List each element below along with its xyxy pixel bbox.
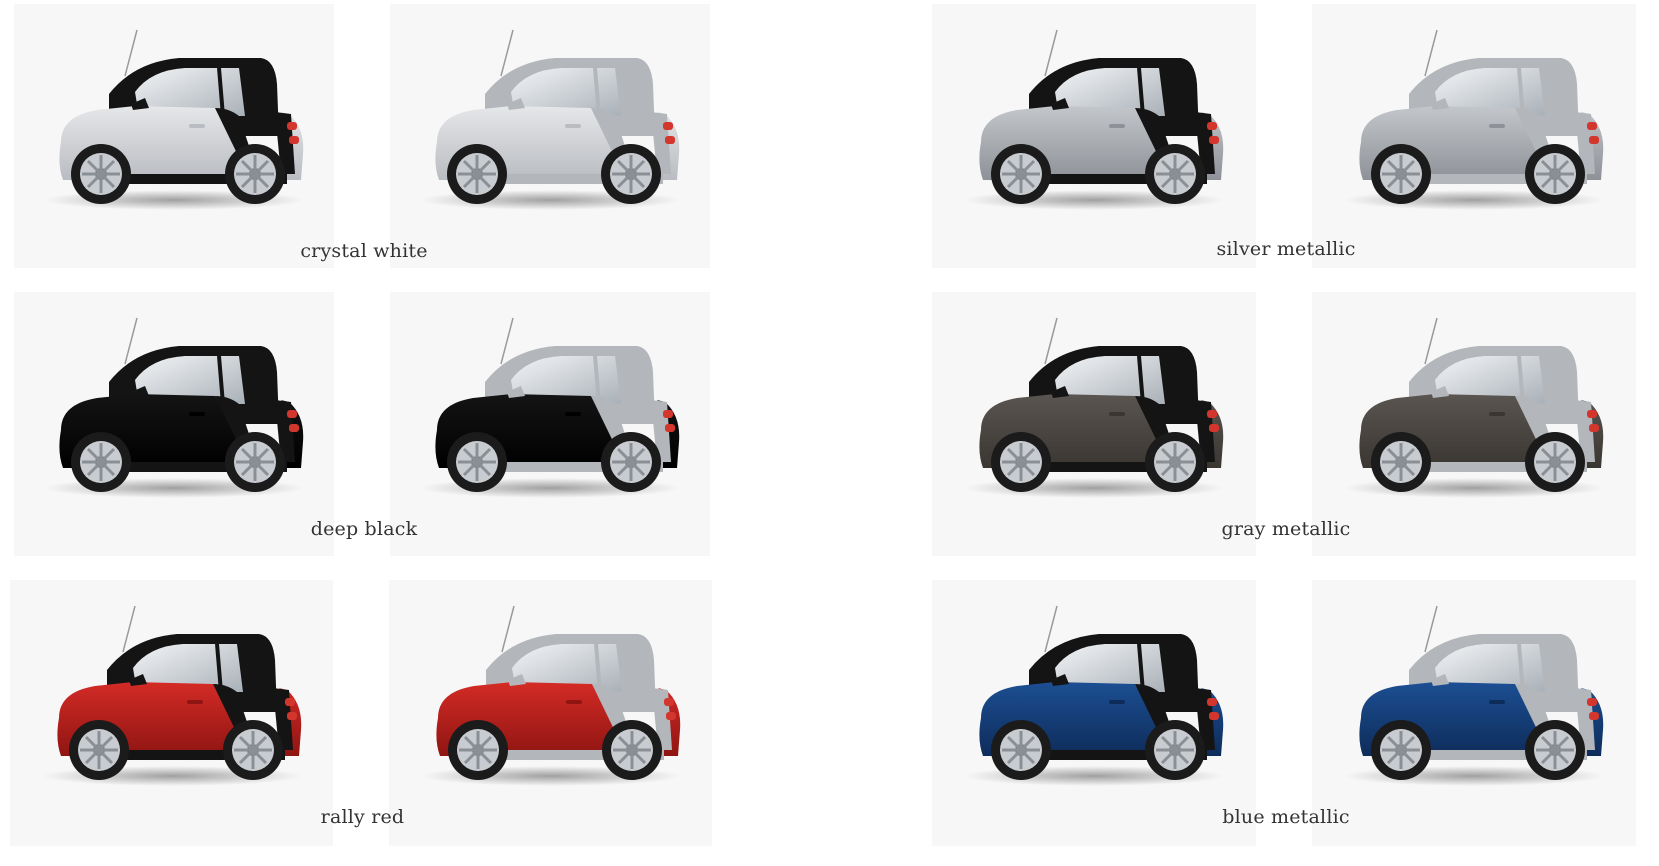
car-image-silver-tridion <box>1339 600 1609 794</box>
color-swatch-grid: crystal white silver metallic deep black… <box>0 0 1659 866</box>
car-image-silver-tridion <box>1339 24 1609 218</box>
color-caption: gray metallic <box>1221 518 1351 540</box>
color-caption: blue metallic <box>1222 806 1350 828</box>
swatch-blue-metallic: blue metallic <box>932 580 1640 850</box>
color-caption: rally red <box>320 806 405 828</box>
swatch-silver-metallic: silver metallic <box>932 4 1640 272</box>
car-image-silver-tridion <box>1339 312 1609 506</box>
color-caption: silver metallic <box>1216 238 1356 260</box>
car-image-black-tridion <box>959 600 1229 794</box>
swatch-gray-metallic: gray metallic <box>932 292 1640 560</box>
color-caption: crystal white <box>300 240 428 262</box>
car-image-black-tridion <box>39 24 309 218</box>
car-image-black-tridion <box>37 600 307 794</box>
car-black-tridion-panel <box>932 292 1256 556</box>
car-image-black-tridion <box>959 24 1229 218</box>
car-silver-tridion-panel <box>1312 292 1636 556</box>
car-black-tridion-panel <box>14 292 334 556</box>
car-image-silver-tridion <box>415 24 685 218</box>
car-image-black-tridion <box>959 312 1229 506</box>
car-image-black-tridion <box>39 312 309 506</box>
swatch-deep-black: deep black <box>14 292 714 560</box>
car-image-silver-tridion <box>415 312 685 506</box>
car-image-silver-tridion <box>416 600 686 794</box>
car-black-tridion-panel <box>14 4 334 268</box>
car-silver-tridion-panel <box>1312 4 1636 268</box>
swatch-crystal-white: crystal white <box>14 4 714 272</box>
car-silver-tridion-panel <box>390 292 710 556</box>
car-silver-tridion-panel <box>390 4 710 268</box>
car-black-tridion-panel <box>932 4 1256 268</box>
swatch-rally-red: rally red <box>10 580 715 850</box>
color-caption: deep black <box>310 518 418 540</box>
